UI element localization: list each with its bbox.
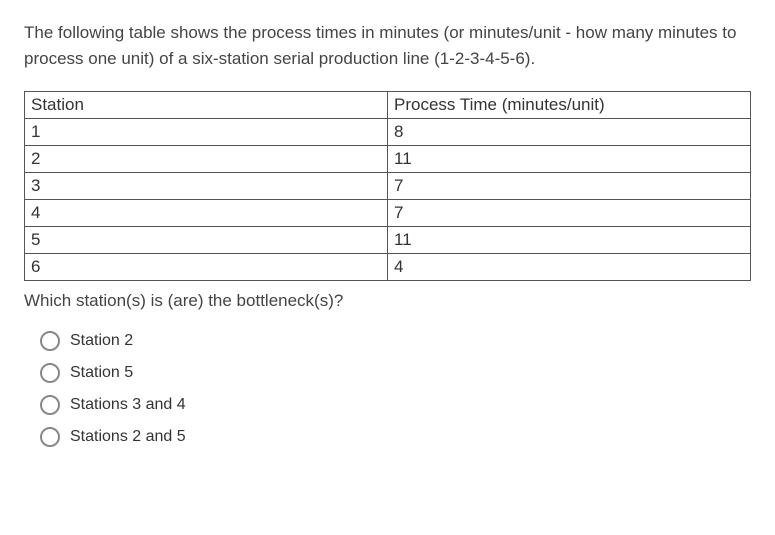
option-stations-3-and-4[interactable]: Stations 3 and 4 — [40, 395, 751, 415]
cell-station: 2 — [25, 146, 388, 173]
option-label: Station 2 — [70, 332, 133, 350]
option-station-2[interactable]: Station 2 — [40, 331, 751, 351]
process-time-table: Station Process Time (minutes/unit) 1 8 … — [24, 91, 751, 281]
cell-station: 6 — [25, 254, 388, 281]
header-process-time: Process Time (minutes/unit) — [388, 92, 751, 119]
cell-station: 4 — [25, 200, 388, 227]
radio-icon — [40, 427, 60, 447]
table-row: 4 7 — [25, 200, 751, 227]
cell-time: 11 — [388, 146, 751, 173]
cell-station: 3 — [25, 173, 388, 200]
table-row: 6 4 — [25, 254, 751, 281]
cell-time: 7 — [388, 173, 751, 200]
option-stations-2-and-5[interactable]: Stations 2 and 5 — [40, 427, 751, 447]
cell-time: 8 — [388, 119, 751, 146]
radio-icon — [40, 363, 60, 383]
option-label: Station 5 — [70, 364, 133, 382]
table-row: 2 11 — [25, 146, 751, 173]
options-group: Station 2 Station 5 Stations 3 and 4 Sta… — [24, 331, 751, 447]
option-label: Stations 3 and 4 — [70, 396, 186, 414]
intro-text: The following table shows the process ti… — [24, 20, 751, 71]
question-text: Which station(s) is (are) the bottleneck… — [24, 291, 751, 311]
radio-icon — [40, 395, 60, 415]
cell-station: 1 — [25, 119, 388, 146]
option-label: Stations 2 and 5 — [70, 428, 186, 446]
table-row: 1 8 — [25, 119, 751, 146]
table-row: 5 11 — [25, 227, 751, 254]
cell-time: 7 — [388, 200, 751, 227]
option-station-5[interactable]: Station 5 — [40, 363, 751, 383]
cell-time: 11 — [388, 227, 751, 254]
table-header-row: Station Process Time (minutes/unit) — [25, 92, 751, 119]
header-station: Station — [25, 92, 388, 119]
table-row: 3 7 — [25, 173, 751, 200]
cell-station: 5 — [25, 227, 388, 254]
radio-icon — [40, 331, 60, 351]
cell-time: 4 — [388, 254, 751, 281]
